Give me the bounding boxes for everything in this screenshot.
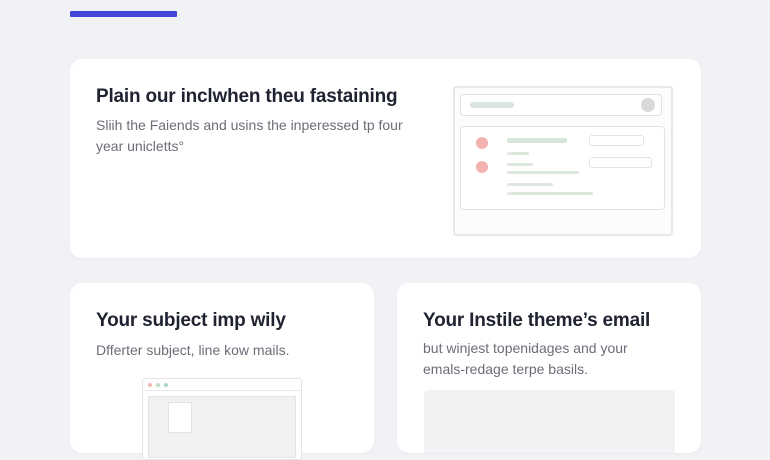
feature-card-theme: Your Instile theme’s email but winjest t… <box>397 283 701 453</box>
feature-card-description: Dfferter subject, line kow mails. <box>96 342 290 358</box>
wireframe-header <box>460 94 662 116</box>
wireframe-pill <box>589 157 652 168</box>
feature-card-description: but winjest topenidages and your emals-r… <box>423 340 628 377</box>
wireframe-avatar-icon <box>641 98 655 112</box>
browser-image-placeholder <box>168 402 192 433</box>
wireframe-body <box>460 126 665 210</box>
wireframe-pill <box>589 135 644 146</box>
wireframe-line <box>507 138 567 143</box>
accent-bar <box>70 11 177 17</box>
window-dot-icon <box>148 383 152 387</box>
wireframe-line <box>507 192 593 195</box>
wireframe-line <box>507 183 553 186</box>
window-dot-icon <box>164 383 168 387</box>
browser-window-illustration <box>142 378 302 460</box>
feature-card-title: Your Instile theme’s email <box>423 310 651 331</box>
wireframe-header-bar <box>470 102 514 108</box>
wireframe-line <box>507 171 579 174</box>
email-wireframe-illustration <box>453 86 673 236</box>
wireframe-line <box>507 163 533 166</box>
feature-card-description: Sliih the Faiends and usins the inperess… <box>96 117 403 154</box>
feature-card-subject: Your subject imp wily Dfferter subject, … <box>70 283 374 460</box>
feature-card-title: Your subject imp wily <box>96 310 286 331</box>
window-dot-icon <box>156 383 160 387</box>
wireframe-avatar-icon <box>476 161 488 173</box>
image-placeholder <box>424 390 675 453</box>
feature-card-primary: Plain our inclwhen theu fastaining Sliih… <box>70 59 701 258</box>
feature-card-title: Plain our inclwhen theu fastaining <box>96 86 398 107</box>
wireframe-avatar-icon <box>476 137 488 149</box>
wireframe-line <box>507 152 529 155</box>
browser-divider <box>143 390 301 391</box>
